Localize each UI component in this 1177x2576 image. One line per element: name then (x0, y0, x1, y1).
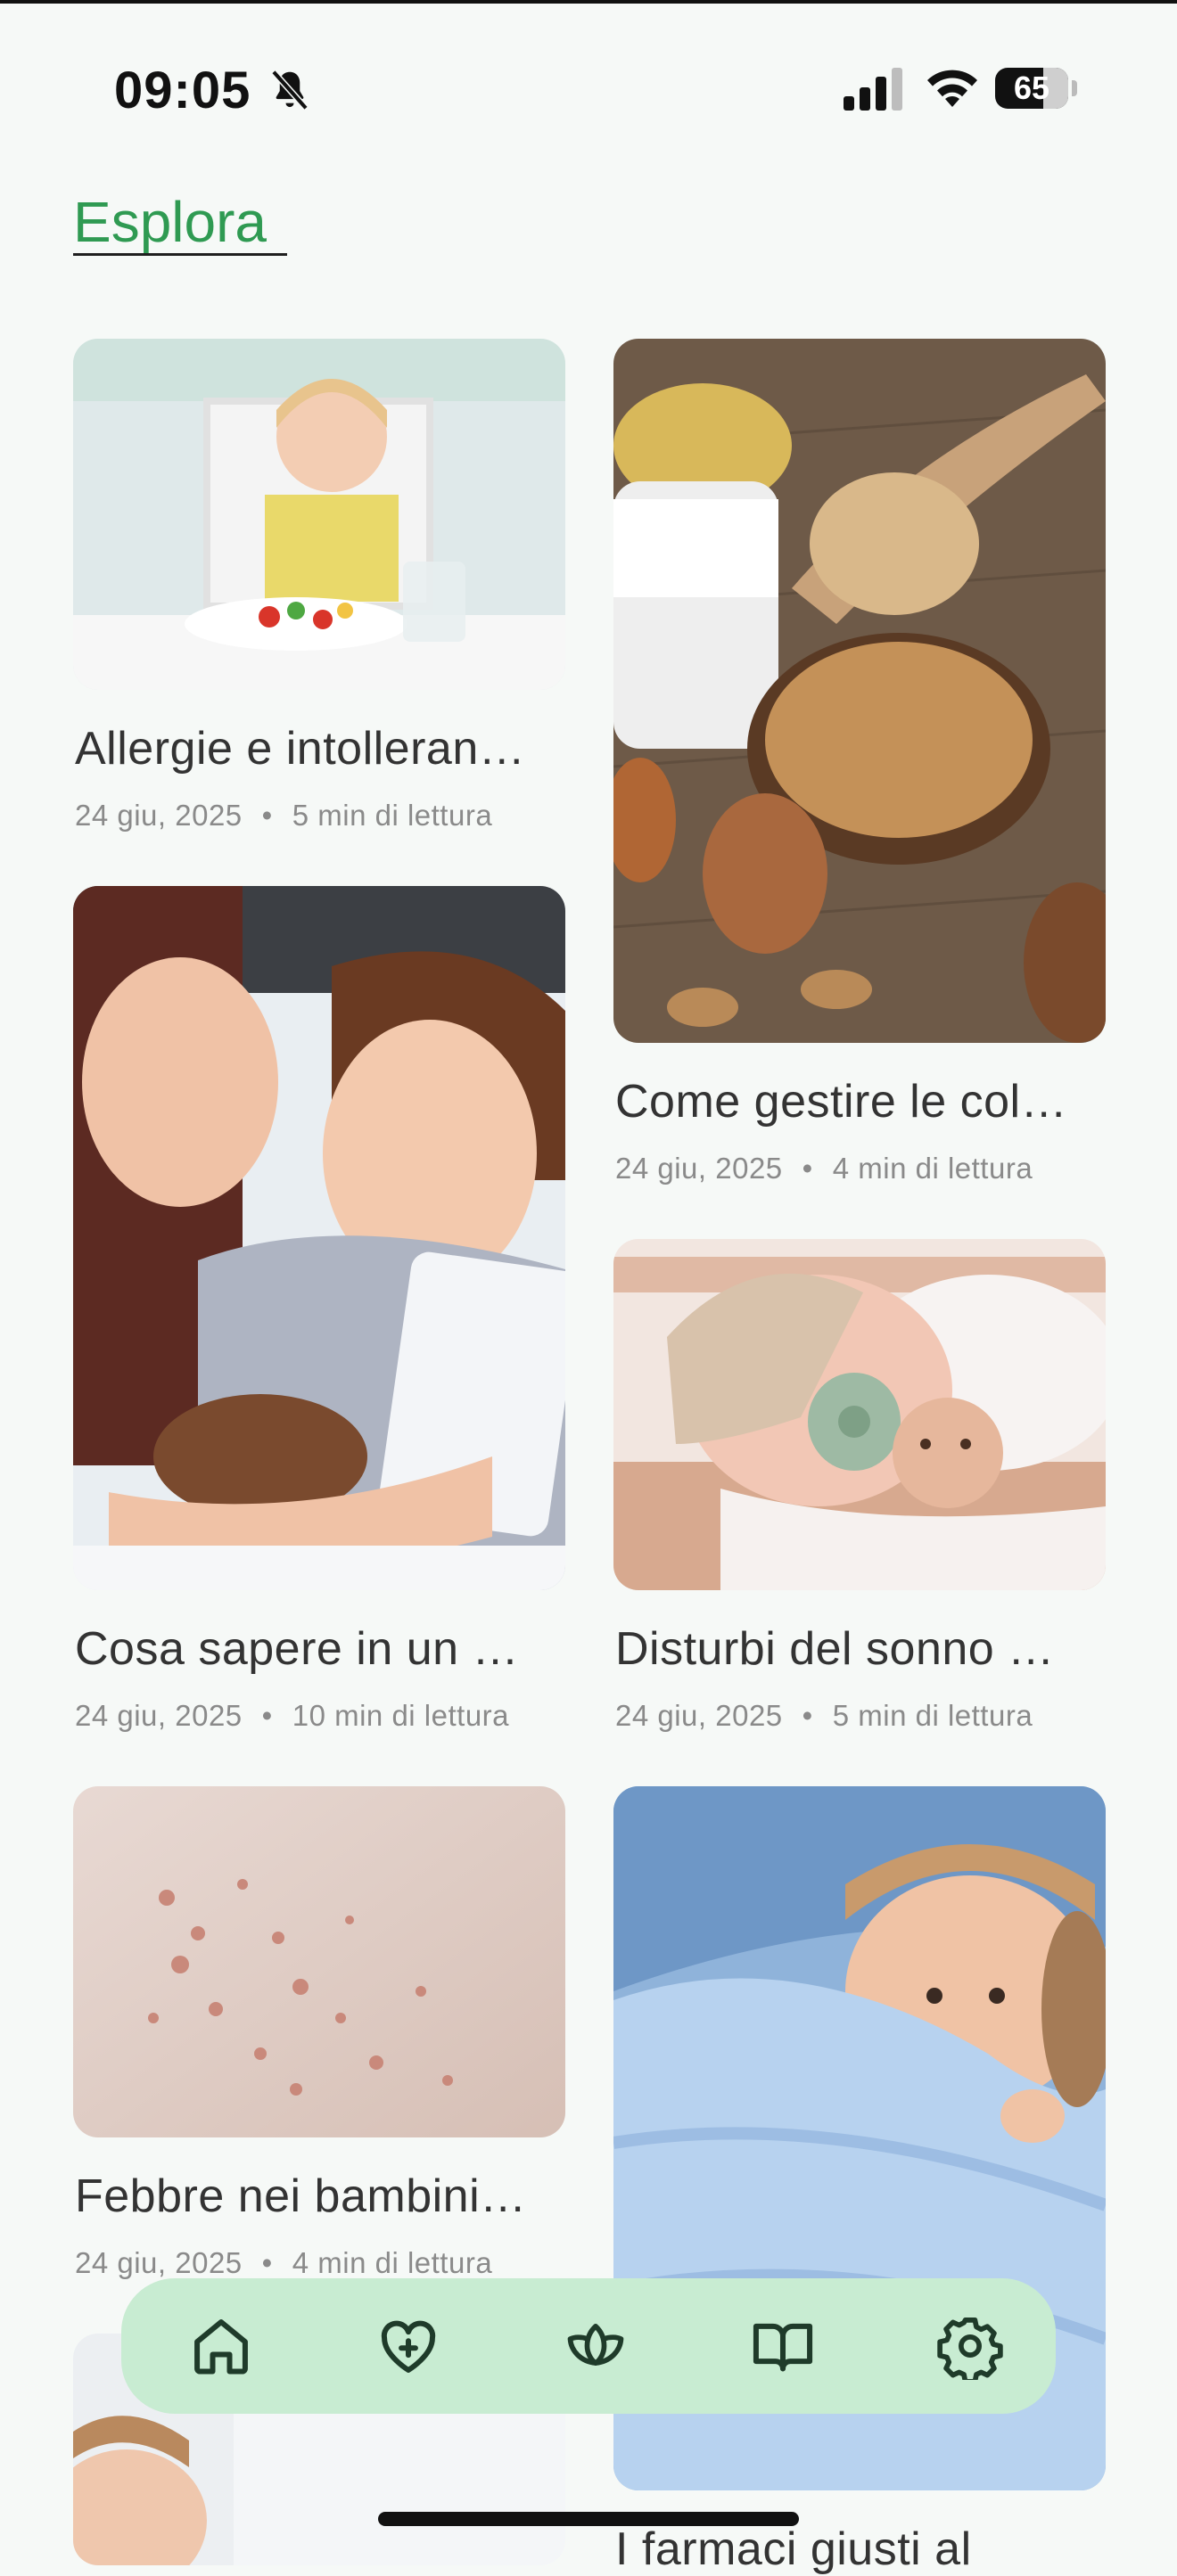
article-title: Disturbi del sonno … (615, 1623, 1055, 1675)
bell-muted-icon (271, 70, 309, 111)
article-date: 24 giu, 2025 (75, 2246, 243, 2279)
article-meta: 24 giu, 2025 • 4 min di lettura (615, 1152, 1033, 1185)
nav-explore[interactable] (749, 2312, 817, 2380)
article-date: 24 giu, 2025 (75, 1699, 243, 1732)
article-image (613, 339, 1106, 1043)
nav-home[interactable] (187, 2312, 255, 2380)
title-underline (73, 253, 287, 256)
gear-icon (937, 2318, 1003, 2384)
article-date: 24 giu, 2025 (615, 1152, 783, 1185)
nav-settings[interactable] (936, 2312, 1004, 2384)
status-bar: 09:05 65 (0, 0, 1177, 169)
article-title: Allergie e intolleran… (75, 723, 526, 775)
nav-health[interactable] (374, 2312, 442, 2380)
wifi-icon (927, 70, 977, 107)
battery-icon: 65 (995, 68, 1079, 109)
article-meta: 24 giu, 2025 • 4 min di lettura (75, 2246, 493, 2279)
article-meta: 24 giu, 2025 • 5 min di lettura (75, 799, 493, 832)
article-date: 24 giu, 2025 (75, 799, 243, 832)
cellular-signal-icon (844, 68, 902, 111)
article-date: 24 giu, 2025 (615, 1699, 783, 1732)
article-title: Come gestire le col… (615, 1076, 1068, 1128)
heart-plus-icon (381, 2320, 436, 2373)
article-title: Cosa sapere in un … (75, 1623, 519, 1675)
status-time: 09:05 (114, 62, 251, 119)
book-open-icon (753, 2323, 813, 2372)
article-image (73, 886, 565, 1590)
article-read-time: 5 min di lettura (292, 799, 493, 832)
article-read-time: 5 min di lettura (832, 1699, 1033, 1732)
article-read-time: 4 min di lettura (832, 1152, 1033, 1185)
article-image (613, 1239, 1106, 1590)
article-meta: 24 giu, 2025 • 10 min di lettura (75, 1699, 510, 1732)
battery-level: 65 (1013, 70, 1050, 106)
lotus-icon (567, 2323, 624, 2366)
article-image (73, 339, 565, 690)
article-meta: 24 giu, 2025 • 5 min di lettura (615, 1699, 1033, 1732)
article-image (73, 1786, 565, 2137)
article-title: Febbre nei bambini… (75, 2170, 527, 2222)
article-title: I farmaci giusti al (615, 2523, 972, 2575)
bottom-nav (121, 2278, 1056, 2414)
nav-wellness[interactable] (562, 2312, 630, 2380)
page-title: Esplora (73, 190, 267, 254)
home-indicator[interactable] (378, 2512, 799, 2526)
article-read-time: 10 min di lettura (292, 1699, 510, 1732)
article-read-time: 4 min di lettura (292, 2246, 493, 2279)
home-icon (194, 2319, 248, 2375)
